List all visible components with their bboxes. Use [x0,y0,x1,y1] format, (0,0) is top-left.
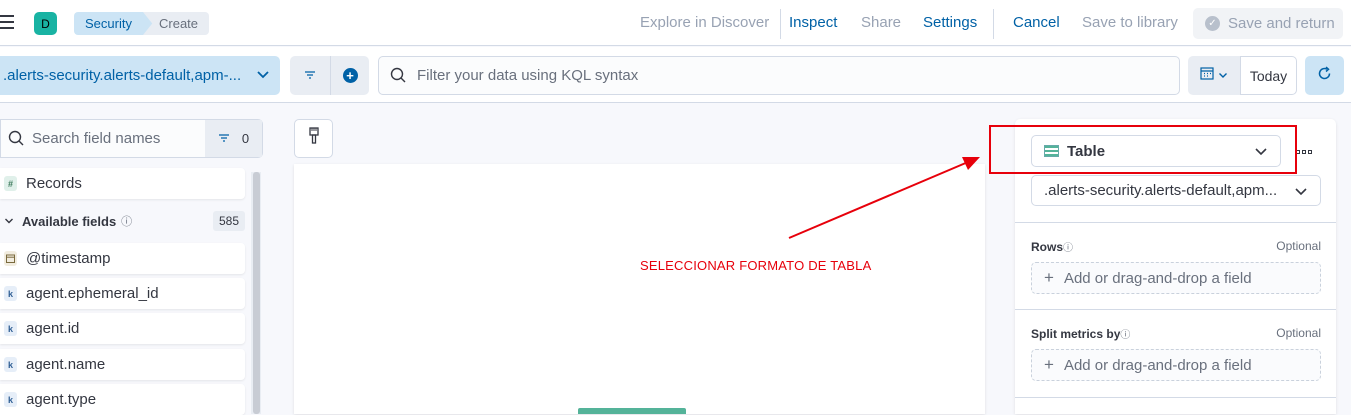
space-avatar[interactable]: D [34,12,57,35]
divider [993,9,994,39]
refresh-icon [1317,65,1332,86]
instruction-annotation: SELECCIONAR FORMATO DE TABLA [640,258,872,273]
rows-dropzone[interactable]: + Add or drag-and-drop a field [1031,262,1321,294]
field-item[interactable]: k agent.name [0,349,245,380]
top-bar: D Security Create Explore in Discover In… [0,0,1351,46]
share-link[interactable]: Share [861,14,901,31]
field-item[interactable]: @timestamp [0,243,245,274]
menu-icon[interactable] [0,15,16,29]
chevron-down-icon [256,67,270,85]
search-icon [390,67,407,88]
field-name: Records [26,175,82,192]
style-toolbar-button[interactable] [294,119,333,158]
available-fields-count: 585 [212,211,245,231]
cancel-link[interactable]: Cancel [1013,14,1060,31]
dropzone-label: Add or drag-and-drop a field [1063,356,1252,374]
paintbrush-icon [308,127,320,150]
data-view-label: .alerts-security.alerts-default,apm-... [3,67,242,84]
field-item[interactable]: k agent.type [0,384,245,415]
kql-placeholder: Filter your data using KQL syntax [417,67,639,84]
rows-group-label: Rowsⓘ [1031,239,1073,254]
available-fields-label: Available fields [22,213,117,229]
rows-optional-label: Optional [1276,239,1321,253]
filter-icon [304,67,316,85]
chart-preview-bar [578,408,686,414]
save-and-return-label: Save and return [1228,15,1335,32]
filter-icon [218,131,230,146]
save-and-return-button[interactable]: ✓ Save and return [1193,8,1343,39]
divider [1015,309,1336,310]
search-icon [8,130,25,151]
kql-search-input[interactable]: Filter your data using KQL syntax [378,56,1180,95]
field-type-filter-button[interactable]: 0 [205,120,262,157]
field-name: agent.ephemeral_id [26,285,159,302]
date-quick-menu-button[interactable] [1188,56,1240,95]
more-options-icon[interactable] [1296,145,1312,159]
filter-count: 0 [241,131,250,146]
field-search-input[interactable]: Search field names 0 [0,119,263,158]
calendar-icon [1200,66,1214,85]
divider [1015,222,1336,223]
field-name: agent.type [26,391,97,408]
chevron-down-icon [1294,184,1308,202]
calendar-icon [4,251,17,266]
rows-label: Rows [1031,240,1064,254]
field-search-placeholder: Search field names [32,130,161,147]
data-view-selector[interactable]: .alerts-security.alerts-default,apm-... [0,56,280,95]
keyword-token-icon: k [4,357,17,372]
field-name: @timestamp [26,250,111,267]
settings-link[interactable]: Settings [923,14,977,31]
query-bar: .alerts-security.alerts-default,apm-... … [0,47,1351,103]
plus-icon: + [1044,268,1054,287]
highlight-box [989,125,1297,174]
add-filter-button[interactable]: + [330,56,369,95]
check-icon: ✓ [1205,16,1220,31]
available-fields-header[interactable]: Available fields ⓘ 585 [0,208,247,234]
help-icon[interactable]: ⓘ [1120,330,1130,341]
plus-icon: + [1044,355,1054,374]
chevron-down-icon [1218,67,1228,85]
number-token-icon: # [4,176,17,191]
split-metrics-label: Split metrics by [1031,327,1121,341]
layer-data-view-label: .alerts-security.alerts-default,apm... [1044,182,1278,199]
split-metrics-group-label: Split metrics byⓘ [1031,326,1130,341]
visualization-canvas[interactable] [294,164,985,414]
field-item[interactable]: k agent.id [0,313,245,344]
sidebar-scrollbar-thumb[interactable] [253,172,260,414]
help-icon[interactable]: ⓘ [121,213,132,229]
breadcrumb-create: Create [143,12,209,35]
field-name: agent.id [26,320,80,337]
field-item[interactable]: k agent.ephemeral_id [0,278,245,309]
refresh-button[interactable] [1305,56,1344,95]
dropzone-label: Add or drag-and-drop a field [1063,269,1252,287]
date-range-button[interactable]: Today [1240,56,1297,95]
help-icon[interactable]: ⓘ [1063,243,1073,254]
explore-in-discover-link[interactable]: Explore in Discover [640,14,769,31]
divider [1015,397,1336,398]
layer-data-view-selector[interactable]: .alerts-security.alerts-default,apm... [1031,175,1321,206]
save-to-library-link[interactable]: Save to library [1082,14,1178,31]
split-metrics-optional-label: Optional [1276,326,1321,340]
field-name: agent.name [26,356,106,373]
filter-menu-button[interactable] [290,56,330,95]
inspect-link[interactable]: Inspect [789,14,837,31]
field-records[interactable]: # Records [0,168,245,199]
plus-circle-icon: + [342,68,358,83]
chevron-down-icon [4,214,14,229]
keyword-token-icon: k [4,392,17,407]
breadcrumb-security[interactable]: Security [74,12,158,35]
divider [780,9,781,39]
keyword-token-icon: k [4,321,17,336]
split-metrics-dropzone[interactable]: + Add or drag-and-drop a field [1031,349,1321,381]
keyword-token-icon: k [4,286,17,301]
